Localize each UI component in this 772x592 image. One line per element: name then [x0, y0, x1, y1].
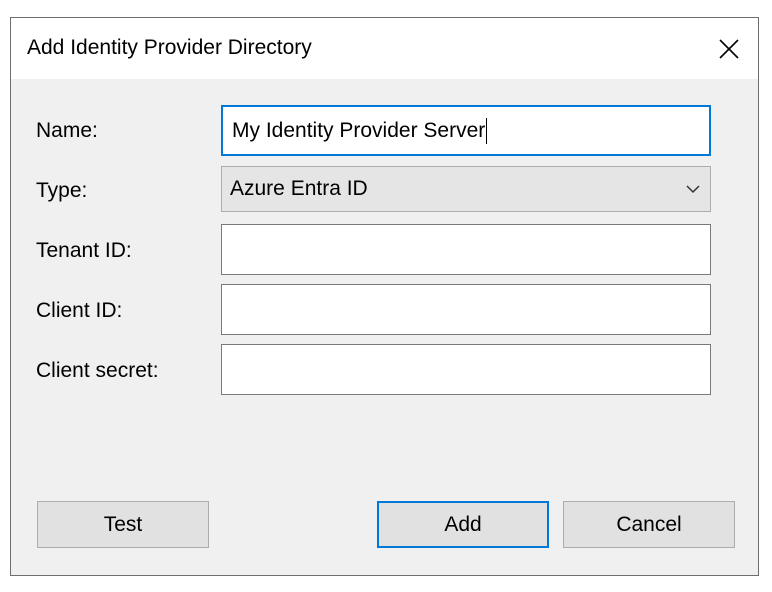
client-id-input[interactable]	[221, 284, 711, 335]
tenant-id-label: Tenant ID:	[36, 239, 132, 262]
tenant-id-input[interactable]	[221, 224, 711, 275]
name-input[interactable]: My Identity Provider Server	[221, 105, 711, 156]
chevron-down-icon	[686, 185, 700, 194]
client-id-label: Client ID:	[36, 299, 123, 322]
test-button[interactable]: Test	[37, 501, 209, 548]
type-select-value: Azure Entra ID	[230, 177, 368, 200]
client-secret-label: Client secret:	[36, 359, 159, 382]
client-secret-input[interactable]	[221, 344, 711, 395]
close-icon	[719, 38, 739, 59]
title-bar: Add Identity Provider Directory	[11, 18, 758, 79]
dialog-title: Add Identity Provider Directory	[27, 36, 312, 59]
cancel-button[interactable]: Cancel	[563, 501, 735, 548]
type-select[interactable]: Azure Entra ID	[221, 166, 711, 212]
text-caret	[486, 117, 488, 144]
name-input-value: My Identity Provider Server	[232, 118, 486, 142]
add-identity-provider-dialog: Add Identity Provider Directory Name: My…	[10, 17, 759, 576]
name-label: Name:	[36, 119, 98, 142]
add-button[interactable]: Add	[377, 501, 549, 548]
type-label: Type:	[36, 179, 88, 202]
close-button[interactable]	[700, 18, 758, 79]
